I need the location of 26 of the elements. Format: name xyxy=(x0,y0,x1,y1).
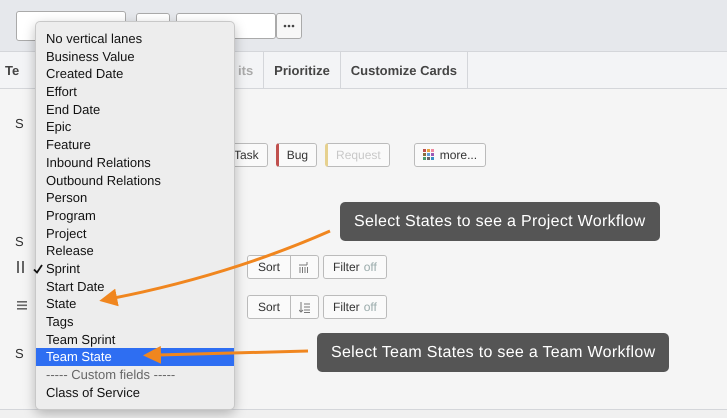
menu-item-label: End Date xyxy=(46,102,100,117)
callout: Select Team States to see a Team Workflow xyxy=(317,333,670,372)
menu-item-label: Tags xyxy=(46,314,74,329)
menu-item-label: Sprint xyxy=(46,260,80,276)
menu-item-label: Project xyxy=(46,226,86,241)
menu-item-label: Start Date xyxy=(46,278,105,294)
menu-item-label: Team State xyxy=(46,349,112,364)
section-label: S xyxy=(15,346,24,361)
section-label: S xyxy=(15,234,24,249)
menu-item-label: Person xyxy=(46,190,88,206)
menu-item-label: Effort xyxy=(46,84,77,100)
menu-item-label: No vertical lanes xyxy=(46,31,142,46)
menu-item-label: Business Value xyxy=(46,48,135,64)
section-label: S xyxy=(15,116,24,131)
callout: Select States to see a Project Workflow xyxy=(340,202,660,241)
menu-item-label: Epic xyxy=(46,119,72,134)
menu-item-label: Release xyxy=(46,243,94,258)
menu-item-label: Program xyxy=(46,208,96,223)
menu-separator-label: ----- Custom fields ----- xyxy=(45,366,176,384)
menu-item-label: Team Sprint xyxy=(46,332,116,347)
menu-item-label: Outbound Relations xyxy=(46,172,161,188)
menu-item-label: Inbound Relations xyxy=(46,154,151,170)
menu-item-label: State xyxy=(46,296,76,312)
menu-item-label: Class of Service xyxy=(46,384,140,400)
menu-item-label: Feature xyxy=(46,137,91,152)
menu-item-label: Created Date xyxy=(46,66,124,82)
